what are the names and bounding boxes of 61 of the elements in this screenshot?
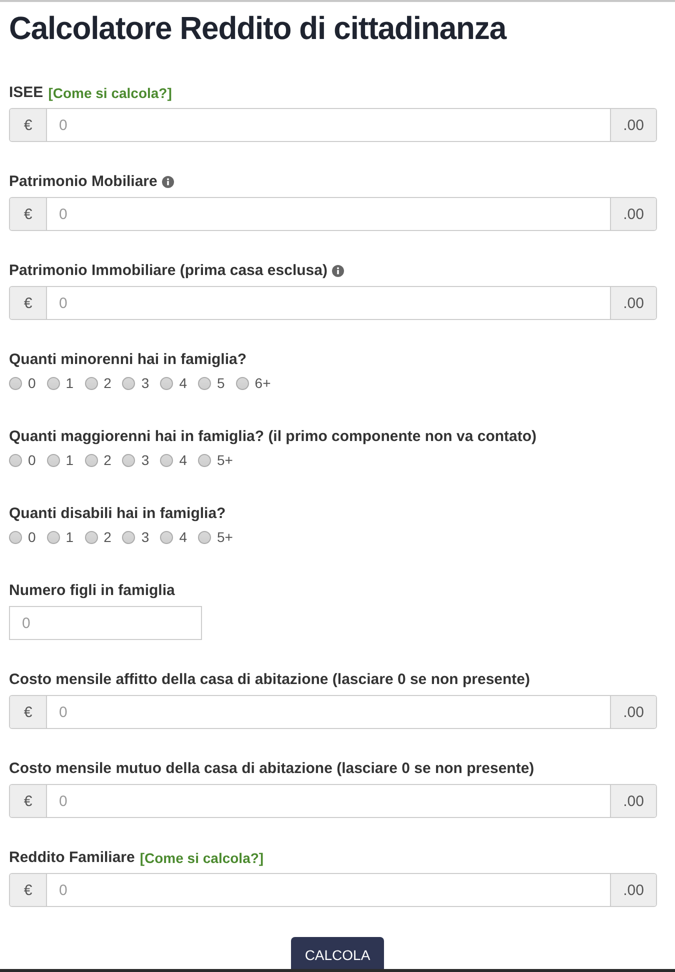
radio-button[interactable] [46,530,60,544]
field-label: Patrimonio Immobiliare (prima casa esclusa) [9,262,328,279]
radio-label: 5+ [216,529,233,545]
radio-label: 3 [141,375,150,391]
radio-button[interactable] [9,530,22,544]
page-title: Calcolatore Reddito di cittadinanza [9,9,506,48]
field-label: Quanti disabili hai in famiglia? [9,505,226,522]
radio-label: 2 [104,452,112,468]
radio-button[interactable] [46,454,60,466]
radio-label: 6+ [254,375,271,391]
info-icon [332,264,344,276]
radio-button[interactable] [84,454,98,466]
radio-label: 1 [66,452,74,468]
radio-label: 3 [141,452,150,468]
radio-button[interactable] [122,454,136,466]
radio-label: 2 [104,529,112,545]
field-label: Quanti minorenni hai in famiglia? [9,351,247,368]
radio-button[interactable] [160,530,174,544]
radio-button[interactable] [84,530,98,544]
radio-label: 3 [141,529,150,545]
radio-label: 0 [28,529,36,545]
radio-label: 4 [179,529,187,545]
radio-button[interactable] [46,376,60,390]
radio-button[interactable] [84,376,98,390]
amount-field[interactable]: € 0 .00 [9,784,657,818]
radio-button[interactable] [160,454,174,466]
radio-label: 5 [216,375,225,391]
radio-label: 0 [28,375,36,391]
amount-field[interactable]: € 0 .00 [9,695,657,729]
field-label: Costo mensile affitto della casa di abitazione (lasciare 0 se non presente) [9,671,530,688]
field-label: Patrimonio Mobiliare [9,173,158,190]
info-icon [162,176,174,188]
field-label: ISEE [9,84,44,101]
amount-field[interactable]: € 0 .00 [9,873,657,907]
field-label: Numero figli in famiglia [9,582,175,599]
amount-field[interactable]: € 0 .00 [9,108,657,142]
radio-button[interactable] [198,454,211,466]
amount-field[interactable]: € 0 .00 [9,197,657,231]
help-link[interactable]: [Come si calcola?] [48,84,172,100]
field-label: Costo mensile mutuo della casa di abitazione (lasciare 0 se non presente) [9,760,534,777]
radio-button[interactable] [9,454,22,466]
radio-button[interactable] [160,376,174,390]
radio-button[interactable] [236,376,249,390]
help-link[interactable]: [Come si calcola?] [140,850,264,866]
amount-field[interactable]: € 0 .00 [9,286,657,320]
radio-label: 1 [66,529,74,545]
radio-button[interactable] [122,530,136,544]
radio-button[interactable] [9,376,22,390]
field-label: Reddito Familiare [9,849,135,866]
radio-button[interactable] [122,376,136,390]
radio-button[interactable] [198,530,211,544]
radio-label: 5+ [216,452,233,468]
number-field[interactable]: 0 [9,606,202,640]
radio-label: 1 [66,375,74,391]
field-label: Quanti maggiorenni hai in famiglia? (il primo componente non va contato) [9,428,537,445]
radio-label: 4 [179,375,187,391]
radio-button[interactable] [198,376,211,390]
calculate-button[interactable]: CALCOLA [290,937,384,972]
radio-label: 4 [179,452,187,468]
radio-label: 0 [28,452,36,468]
radio-label: 2 [104,375,112,391]
